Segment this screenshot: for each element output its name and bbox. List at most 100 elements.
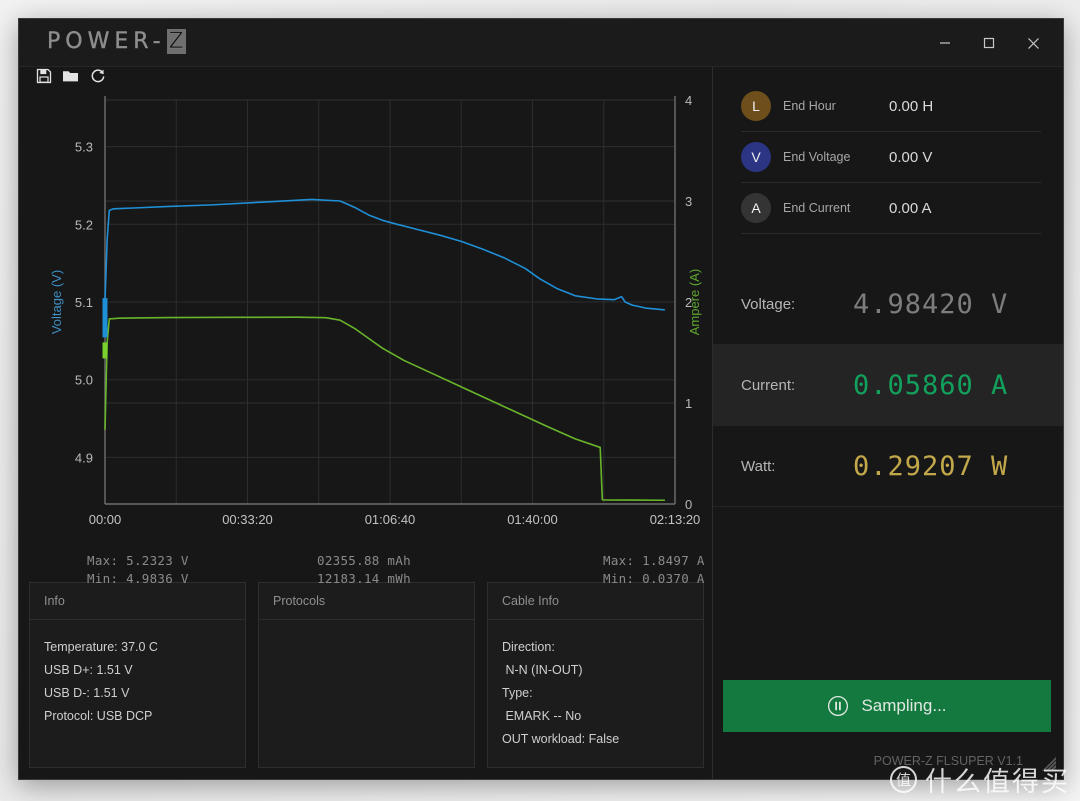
- save-icon: [36, 68, 52, 84]
- info-line: OUT workload: False: [502, 732, 620, 746]
- y-axis-tick-label: 5.1: [75, 295, 93, 310]
- readout-value: 0.29207 W: [853, 450, 1009, 482]
- maximize-icon: [982, 36, 996, 50]
- readout-label: Watt:: [741, 457, 776, 475]
- current-min: Min: 0.0370 A: [603, 571, 705, 586]
- app-logo-accent: Z: [166, 29, 186, 54]
- info-card-body: Temperature: 37.0 C USB D+: 1.51 V USB D-:…: [30, 620, 245, 744]
- series-start-marker-voltage: [102, 298, 108, 338]
- voltage-stats: Max: 5.2323 V Min: 4.9836 V: [87, 552, 189, 588]
- y-axis-tick-label: 5.0: [75, 373, 93, 388]
- info-card-protocols: Protocols: [258, 582, 475, 768]
- info-line: N-N (IN-OUT): [502, 663, 583, 677]
- current-stats: Max: 1.8497 A Min: 0.0370 A: [603, 552, 705, 588]
- x-axis-tick-label: 01:06:40: [365, 512, 416, 527]
- open-folder-button[interactable]: [62, 67, 79, 84]
- info-panels: Info Temperature: 37.0 C USB D+: 1.51 V USB…: [19, 578, 712, 779]
- sampling-button[interactable]: Sampling...: [723, 680, 1051, 732]
- save-button[interactable]: [35, 67, 52, 84]
- power-z-window: POWER- Z 4.9 5.0 5.1 5.2 5.3 0 1 2 3 4 0…: [18, 18, 1064, 780]
- current-max: Max: 1.8497 A: [603, 553, 705, 568]
- end-condition-value[interactable]: 0.00 V: [889, 149, 932, 166]
- y2-axis-tick-label: 3: [685, 194, 692, 209]
- readout-label: Current:: [741, 376, 796, 394]
- y2-axis-tick-label: 0: [685, 497, 692, 512]
- y-axis-tick-label: 5.2: [75, 217, 93, 232]
- y2-axis-tick-label: 1: [685, 396, 692, 411]
- sampling-button-label: Sampling...: [861, 696, 947, 715]
- measurement-chart[interactable]: 4.9 5.0 5.1 5.2 5.3 0 1 2 3 4 00:00 00:33:20 01:06:4…: [19, 84, 712, 550]
- end-condition-value[interactable]: 0.00 A: [889, 200, 932, 217]
- app-logo: POWER- Z: [47, 29, 186, 54]
- readout-row: Voltage: 4.98420 V: [713, 264, 1063, 345]
- end-condition-badge-icon: V: [741, 142, 771, 172]
- end-condition-badge-icon: L: [741, 91, 771, 121]
- readout-row: Watt: 0.29207 W: [713, 426, 1063, 507]
- end-conditions-list: L End Hour 0.00 H V End Voltage 0.00 V A End Cu…: [713, 67, 1063, 234]
- device-name: POWER-Z FLSUPER V1.1: [873, 754, 1023, 768]
- readout-value: 4.98420 V: [853, 288, 1009, 320]
- y-axis-title: Voltage (V): [49, 270, 64, 334]
- info-line: Temperature: 37.0 C: [44, 640, 158, 654]
- right-panel: L End Hour 0.00 H V End Voltage 0.00 V A End Cu…: [713, 67, 1063, 779]
- title-bar: POWER- Z: [19, 19, 1063, 67]
- y2-axis-tick-label: 4: [685, 93, 692, 108]
- energy-mwh: 12183.14 mWh: [317, 571, 411, 586]
- end-condition-badge-icon: A: [741, 193, 771, 223]
- live-readouts: Voltage: 4.98420 V Current: 0.05860 A Watt: 0…: [713, 264, 1063, 507]
- refresh-button[interactable]: [89, 67, 106, 84]
- end-condition-row[interactable]: L End Hour 0.00 H: [741, 81, 1041, 132]
- app-logo-text: POWER-: [47, 29, 166, 54]
- minimize-icon: [938, 36, 952, 50]
- accumulation-stats: 02355.88 mAh 12183.14 mWh: [317, 552, 411, 588]
- window-body: 4.9 5.0 5.1 5.2 5.3 0 1 2 3 4 00:00 00:33:20 01:06:4…: [19, 67, 1063, 779]
- y-axis-tick-label: 5.3: [75, 140, 93, 155]
- readout-label: Voltage:: [741, 295, 796, 313]
- x-axis-tick-label: 00:00: [89, 512, 122, 527]
- info-card-title: Info: [30, 583, 245, 620]
- resize-grip[interactable]: [1039, 756, 1057, 774]
- close-button[interactable]: [1011, 19, 1055, 67]
- x-axis-tick-label: 01:40:00: [507, 512, 558, 527]
- end-condition-label: End Voltage: [783, 150, 851, 164]
- info-card-body: [259, 620, 474, 652]
- voltage-min: Min: 4.9836 V: [87, 571, 189, 586]
- end-condition-row[interactable]: V End Voltage 0.00 V: [741, 132, 1041, 183]
- end-condition-row[interactable]: A End Current 0.00 A: [741, 183, 1041, 234]
- info-line: Protocol: USB DCP: [44, 709, 153, 723]
- refresh-icon: [90, 68, 106, 84]
- left-column: 4.9 5.0 5.1 5.2 5.3 0 1 2 3 4 00:00 00:33:20 01:06:4…: [19, 67, 713, 779]
- maximize-button[interactable]: [967, 19, 1011, 67]
- info-card-title: Protocols: [259, 583, 474, 620]
- minimize-button[interactable]: [923, 19, 967, 67]
- info-line: Type:: [502, 686, 533, 700]
- info-line: Direction:: [502, 640, 555, 654]
- info-card-title: Cable Info: [488, 583, 703, 620]
- chart-series: [102, 198, 666, 502]
- close-icon: [1026, 36, 1041, 51]
- y2-axis-title: Ampere (A): [687, 269, 702, 335]
- x-axis-tick-label: 02:13:20: [650, 512, 701, 527]
- end-condition-label: End Hour: [783, 99, 836, 113]
- device-footer: POWER-Z FLSUPER V1.1: [874, 754, 1023, 768]
- open-folder-icon: [62, 68, 79, 84]
- end-condition-label: End Current: [783, 201, 851, 215]
- info-line: EMARK -- No: [502, 709, 582, 723]
- info-card-info: Info Temperature: 37.0 C USB D+: 1.51 V USB…: [29, 582, 246, 768]
- y-axis-tick-label: 4.9: [75, 450, 93, 465]
- info-line: USB D-: 1.51 V: [44, 686, 130, 700]
- series-line-current: [104, 316, 666, 502]
- voltage-max: Max: 5.2323 V: [87, 553, 189, 568]
- capacity-mah: 02355.88 mAh: [317, 553, 411, 568]
- series-start-marker-current: [102, 342, 108, 359]
- chart-toolbar: [19, 67, 712, 84]
- readout-value: 0.05860 A: [853, 369, 1009, 401]
- pause-circle-icon: [827, 695, 849, 717]
- chart-statistics: Max: 5.2323 V Min: 4.9836 V 02355.88 mAh…: [19, 550, 712, 586]
- info-line: USB D+: 1.51 V: [44, 663, 133, 677]
- series-line-voltage: [104, 198, 666, 311]
- window-controls: [923, 19, 1055, 67]
- end-condition-value[interactable]: 0.00 H: [889, 98, 933, 115]
- chart-svg: 4.95.05.15.25.30123400:00 00:33:20 01:06:4…: [49, 93, 702, 527]
- readout-row: Current: 0.05860 A: [713, 345, 1063, 426]
